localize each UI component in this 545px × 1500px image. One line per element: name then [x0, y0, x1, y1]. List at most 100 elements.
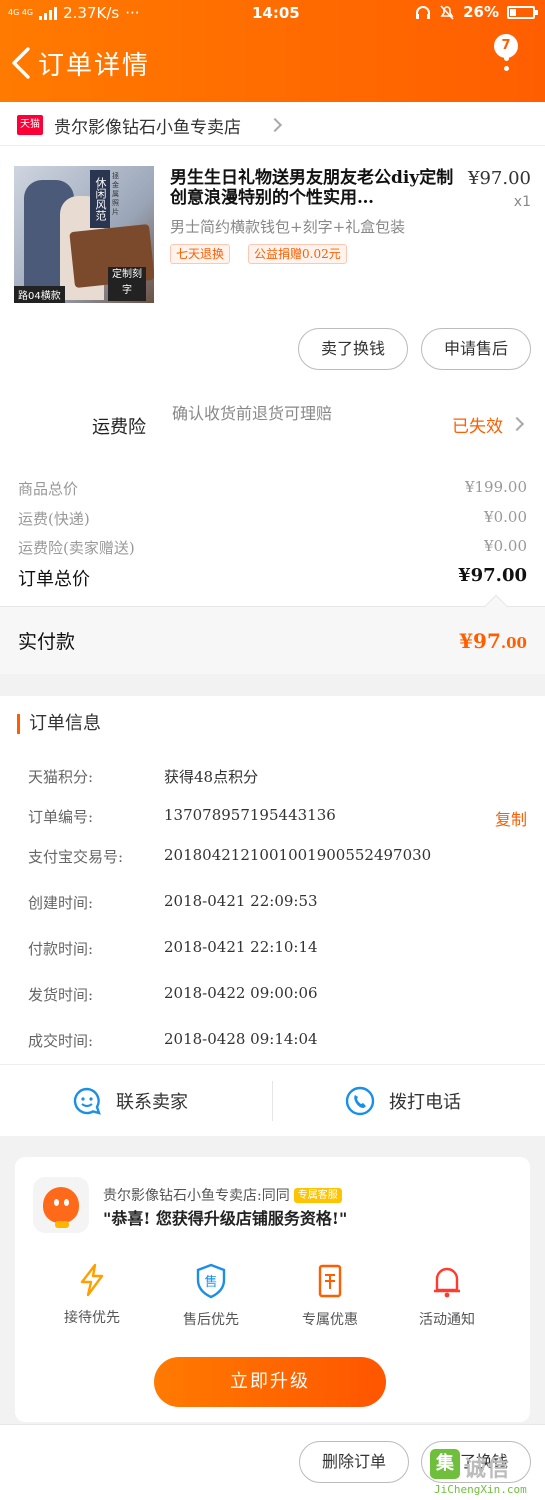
- perk-label: 活动通知: [419, 1312, 475, 1328]
- info-key: 订单编号:: [28, 808, 94, 826]
- bottom-action-bar: 删除订单 卖了换钱 集 诚信 JiChengXin.com: [0, 1424, 545, 1500]
- svg-text:售: 售: [204, 1274, 217, 1290]
- headphones-icon: [416, 5, 431, 19]
- upgrade-now-button[interactable]: 立即升级: [154, 1357, 386, 1407]
- paid-value-main: ¥97: [459, 629, 501, 653]
- contact-seller-button[interactable]: 联系卖家: [72, 1085, 188, 1117]
- watermark-text: 诚信: [464, 1457, 511, 1482]
- network-type: 4G 4G: [8, 8, 34, 17]
- paid-amount-row: 实付款 ¥97.00: [0, 594, 545, 674]
- insurance-status: 已失效: [452, 417, 503, 437]
- shipping-value: ¥0.00: [484, 508, 527, 526]
- order-info-section: 订单信息 天猫积分: 获得48点积分 订单编号: 137078957195443…: [0, 696, 545, 1064]
- bell-icon: [434, 1267, 460, 1298]
- info-value: 2018-0421 22:10:14: [164, 938, 318, 956]
- call-label: 拨打电话: [389, 1092, 461, 1113]
- info-key: 付款时间:: [28, 940, 94, 958]
- info-key: 支付宝交易号:: [28, 848, 124, 866]
- battery-icon: [507, 5, 538, 19]
- info-value: 2018042121001001900552497030: [164, 846, 432, 864]
- shipping-insurance-row[interactable]: 运费险 确认收货前退货可理赔 已失效: [0, 392, 545, 462]
- info-key: 发货时间:: [28, 986, 94, 1004]
- more-icon: [504, 56, 509, 76]
- info-value: 2018-0428 09:14:04: [164, 1030, 318, 1048]
- status-dots: ···: [125, 4, 140, 22]
- product-section: 休闲风范 拯金属照片 路04横款 定制刻字 男生生日礼物送男友朋友老公diy定制…: [0, 146, 545, 392]
- app-header: 4G 4G 2.37K/s ··· 14:05 26% 订单详情 7: [0, 0, 545, 102]
- shipping-row: 运费(快递) ¥0.00: [18, 508, 527, 529]
- status-bar: 4G 4G 2.37K/s ··· 14:05 26%: [0, 0, 545, 26]
- more-menu-button[interactable]: 7: [489, 34, 525, 80]
- perk-label: 专属优惠: [302, 1312, 358, 1328]
- network-speed: 2.37K/s: [63, 4, 120, 22]
- image-label-custom: 定制刻字: [108, 267, 146, 301]
- watermark-logo: 集: [430, 1449, 460, 1479]
- phone-icon: [345, 1086, 375, 1116]
- sell-for-cash-button[interactable]: 卖了换钱: [298, 328, 408, 370]
- service-upgrade-card: 贵尔影像钻石小鱼专卖店:同同 专属客服 "恭喜! 您获得升级店铺服务资格!" 接待…: [15, 1157, 530, 1422]
- perk-label: 售后优先: [183, 1312, 239, 1328]
- goods-total-row: 商品总价 ¥199.00: [18, 478, 527, 499]
- exclusive-service-badge: 专属客服: [293, 1188, 342, 1203]
- product-sku: 男士简约横款钱包+刻字+礼盒包装: [170, 218, 406, 236]
- perk-priority-after-sale: 售 售后优先: [156, 1263, 266, 1329]
- image-label-model: 路04横款: [14, 286, 65, 303]
- copy-order-number-button[interactable]: 复制: [495, 806, 527, 830]
- card-shop-line: 贵尔影像钻石小鱼专卖店:同同 专属客服: [103, 1185, 342, 1205]
- paid-value-cents: .00: [500, 634, 527, 652]
- insurance-fee-row: 运费险(卖家赠送) ¥0.00: [18, 537, 527, 558]
- order-total-value: ¥97.00: [458, 565, 527, 586]
- watermark: 集 诚信 JiChengXin.com: [430, 1449, 545, 1500]
- shop-row[interactable]: 天猫 贵尔影像钻石小鱼专卖店: [0, 102, 545, 146]
- perk-label: 接待优先: [64, 1310, 120, 1326]
- info-value: 获得48点积分: [164, 768, 259, 786]
- order-total-row: 订单总价 ¥97.00: [18, 565, 527, 591]
- paid-label: 实付款: [18, 631, 76, 653]
- mute-icon: [440, 5, 454, 20]
- info-key: 天猫积分:: [28, 768, 94, 786]
- chevron-right-icon: [509, 416, 525, 432]
- chevron-right-icon: [267, 117, 283, 133]
- info-key: 创建时间:: [28, 894, 94, 912]
- perk-exclusive-discount: 专属优惠: [275, 1263, 385, 1329]
- info-value: 2018-0422 09:00:06: [164, 984, 318, 1002]
- perk-event-notification: 活动通知: [392, 1263, 502, 1329]
- signal-icon: [39, 6, 58, 20]
- order-total-label: 订单总价: [18, 569, 90, 590]
- price-summary: 商品总价 ¥199.00 运费(快递) ¥0.00 运费险(卖家赠送) ¥0.0…: [0, 462, 545, 606]
- product-image[interactable]: 休闲风范 拯金属照片 路04横款 定制刻字: [14, 166, 154, 303]
- battery-percent: 26%: [463, 3, 499, 21]
- shop-name: 贵尔影像钻石小鱼专卖店: [54, 118, 241, 138]
- page-title: 订单详情: [38, 51, 151, 81]
- insurance-description: 确认收货前退货可理赔: [172, 404, 333, 423]
- info-value: 137078957195443136: [164, 806, 336, 824]
- insurance-fee-value: ¥0.00: [484, 537, 527, 555]
- perk-priority-reception: 接待优先: [37, 1263, 147, 1327]
- paid-value: ¥97.00: [459, 629, 527, 653]
- chat-icon: [73, 1087, 101, 1115]
- delete-order-button[interactable]: 删除订单: [299, 1441, 409, 1483]
- message-count-badge: 7: [494, 34, 518, 58]
- shipping-label: 运费(快递): [18, 510, 90, 528]
- order-info-title: 订单信息: [17, 714, 101, 734]
- tmall-badge: 天猫: [17, 115, 43, 135]
- return-tag: 七天退换: [170, 244, 231, 264]
- shield-icon: 售: [196, 1263, 226, 1299]
- apply-after-sale-button[interactable]: 申请售后: [421, 328, 531, 370]
- lightning-icon: [80, 1263, 104, 1297]
- back-icon[interactable]: [8, 46, 34, 80]
- card-shop-name: 贵尔影像钻石小鱼专卖店:同同: [103, 1188, 290, 1204]
- clock: 14:05: [252, 4, 300, 22]
- goods-total-label: 商品总价: [18, 480, 79, 498]
- info-value: 2018-0421 22:09:53: [164, 892, 318, 910]
- image-label-vertical: 休闲风范: [90, 170, 110, 228]
- product-price: ¥97.00: [468, 168, 531, 189]
- product-quantity: x1: [513, 194, 531, 210]
- contact-bar: 联系卖家 拨打电话: [0, 1064, 545, 1136]
- mascot-avatar: [33, 1177, 89, 1233]
- goods-total-value: ¥199.00: [464, 478, 527, 496]
- charity-tag: 公益捐赠0.02元: [248, 244, 347, 264]
- info-key: 成交时间:: [28, 1032, 94, 1050]
- product-title[interactable]: 男生生日礼物送男友朋友老公diy定制创意浪漫特别的个性实用…: [170, 168, 455, 208]
- call-button[interactable]: 拨打电话: [345, 1085, 461, 1117]
